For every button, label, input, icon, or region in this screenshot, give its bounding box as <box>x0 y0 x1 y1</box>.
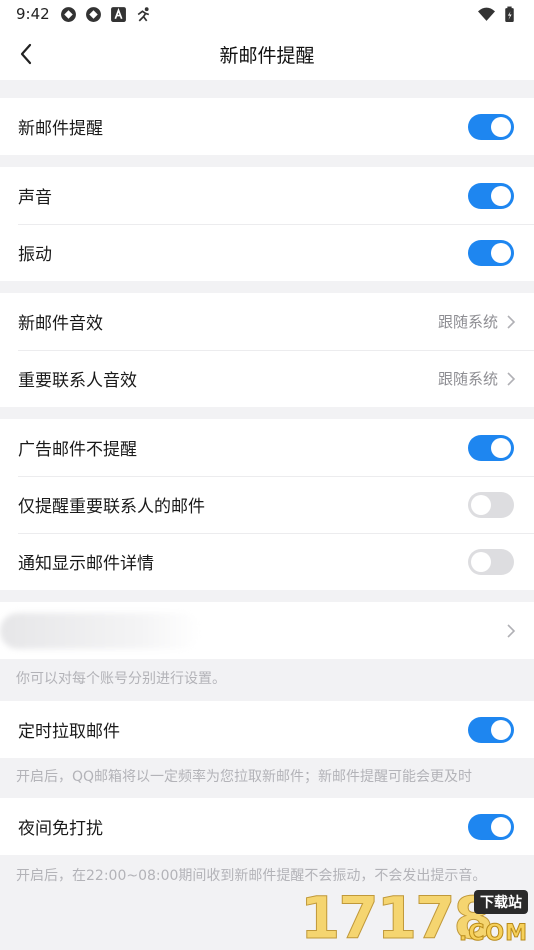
row-night-dnd: 夜间免打扰 <box>0 798 534 855</box>
row-new-mail-remind: 新邮件提醒 <box>0 98 534 155</box>
nav-bar: 新邮件提醒 <box>0 28 534 80</box>
toggle-knob <box>491 116 511 137</box>
section-gap <box>0 590 534 602</box>
row-label: 新邮件提醒 <box>18 119 103 139</box>
vibration-toggle[interactable] <box>468 239 514 266</box>
chevron-right-icon <box>507 314 516 329</box>
app-icon-2 <box>85 6 101 22</box>
settings-group-scheduled: 定时拉取邮件 <box>0 701 534 758</box>
row-vibration: 振动 <box>0 224 534 281</box>
toggle-knob <box>491 185 511 206</box>
section-gap <box>0 281 534 293</box>
chevron-right-icon <box>507 371 516 386</box>
row-scheduled-fetch: 定时拉取邮件 <box>0 701 534 758</box>
new-mail-remind-toggle[interactable] <box>468 113 514 140</box>
section-gap <box>0 155 534 167</box>
section-gap <box>0 80 534 98</box>
battery-icon <box>505 6 514 22</box>
toggle-knob <box>471 494 491 515</box>
vip-only-toggle[interactable] <box>468 491 514 518</box>
row-account[interactable] <box>0 602 534 659</box>
settings-group-account <box>0 602 534 659</box>
settings-group-sound: 声音 振动 <box>0 167 534 281</box>
app-icon-1 <box>60 6 76 22</box>
watermark-domain: .COM <box>458 921 528 947</box>
row-sound: 声音 <box>0 167 534 224</box>
row-ad-no-remind: 广告邮件不提醒 <box>0 419 534 476</box>
status-bar: 9:42 <box>0 0 534 28</box>
settings-group-sound-effects: 新邮件音效 跟随系统 重要联系人音效 跟随系统 <box>0 293 534 407</box>
chevron-right-icon <box>507 623 516 638</box>
row-label: 通知显示邮件详情 <box>18 554 154 574</box>
row-value: 跟随系统 <box>437 370 498 388</box>
row-label: 新邮件音效 <box>18 314 103 334</box>
status-time: 9:42 <box>16 5 50 23</box>
row-label: 振动 <box>18 245 52 265</box>
scheduled-fetch-toggle[interactable] <box>468 716 514 743</box>
night-dnd-toggle[interactable] <box>468 813 514 840</box>
settings-group-new-mail: 新邮件提醒 <box>0 98 534 155</box>
row-show-details: 通知显示邮件详情 <box>0 533 534 590</box>
row-label: 夜间免打扰 <box>18 819 103 839</box>
running-icon <box>137 6 149 21</box>
row-vip-only: 仅提醒重要联系人的邮件 <box>0 476 534 533</box>
account-note: 你可以对每个账号分别进行设置。 <box>0 659 534 701</box>
scheduled-note: 开启后，QQ邮箱将以一定频率为您拉取新邮件；新邮件提醒可能会更及时 <box>0 758 534 798</box>
sound-toggle[interactable] <box>468 182 514 209</box>
toggle-knob <box>491 242 511 263</box>
ad-no-remind-toggle[interactable] <box>468 434 514 461</box>
settings-group-night: 夜间免打扰 <box>0 798 534 855</box>
chevron-left-icon <box>20 43 32 65</box>
account-blur <box>0 612 200 649</box>
toggle-knob <box>471 551 491 572</box>
account-name-blurred <box>0 612 506 649</box>
toggle-knob <box>491 719 511 740</box>
page-title: 新邮件提醒 <box>219 44 315 67</box>
watermark-tag: 下载站 <box>474 890 528 914</box>
row-label: 定时拉取邮件 <box>18 722 120 742</box>
row-label: 广告邮件不提醒 <box>18 440 137 460</box>
font-icon <box>110 6 126 22</box>
row-label: 重要联系人音效 <box>18 371 137 391</box>
row-label: 声音 <box>18 188 52 208</box>
wifi-icon <box>478 7 495 21</box>
toggle-knob <box>491 816 511 837</box>
show-details-toggle[interactable] <box>468 548 514 575</box>
watermark-logo: 17178 下载站 .COM <box>300 886 530 949</box>
toggle-knob <box>491 437 511 458</box>
row-vip-sound[interactable]: 重要联系人音效 跟随系统 <box>0 350 534 407</box>
section-gap <box>0 407 534 419</box>
settings-group-filters: 广告邮件不提醒 仅提醒重要联系人的邮件 通知显示邮件详情 <box>0 419 534 590</box>
row-label: 仅提醒重要联系人的邮件 <box>18 497 205 517</box>
back-button[interactable] <box>0 28 52 80</box>
row-value: 跟随系统 <box>437 313 498 331</box>
row-new-mail-sound[interactable]: 新邮件音效 跟随系统 <box>0 293 534 350</box>
